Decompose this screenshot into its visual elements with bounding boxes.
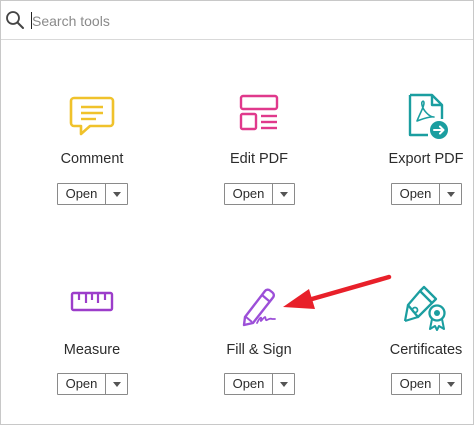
open-dropdown-comment[interactable] <box>106 184 127 204</box>
tool-measure[interactable]: Measure <box>32 283 152 433</box>
search-bar <box>1 1 473 40</box>
fill-sign-pen-icon <box>242 288 276 327</box>
edit-pdf-icon <box>239 94 279 131</box>
chevron-down-icon <box>279 381 288 387</box>
measure-ruler-icon <box>70 291 114 312</box>
chevron-down-icon <box>112 191 121 197</box>
tool-label-fill-sign: Fill & Sign <box>226 342 292 358</box>
open-group-edit-pdf: Open <box>224 183 295 205</box>
open-button-certificates[interactable]: Open <box>392 374 440 394</box>
chevron-down-icon <box>446 381 455 387</box>
export-pdf-icon <box>408 93 448 139</box>
open-dropdown-edit-pdf[interactable] <box>273 184 294 204</box>
open-button-comment[interactable]: Open <box>58 184 106 204</box>
open-group-measure: Open <box>57 373 128 395</box>
open-dropdown-measure[interactable] <box>106 374 127 394</box>
tool-label-measure: Measure <box>63 342 121 358</box>
tool-label-comment: Comment <box>60 151 124 167</box>
text-cursor <box>31 12 32 29</box>
tool-label-certificates: Certificates <box>389 342 463 358</box>
tool-label-edit-pdf: Edit PDF <box>229 151 288 167</box>
tool-export-pdf[interactable]: Export PDF <box>366 93 474 243</box>
open-dropdown-certificates[interactable] <box>440 374 461 394</box>
open-group-export-pdf: Open <box>391 183 462 205</box>
comment-icon <box>69 96 115 136</box>
open-button-export-pdf[interactable]: Open <box>392 184 440 204</box>
tool-edit-pdf[interactable]: Edit PDF <box>199 93 319 243</box>
open-dropdown-export-pdf[interactable] <box>440 184 461 204</box>
open-button-fill-sign[interactable]: Open <box>225 374 273 394</box>
open-button-measure[interactable]: Open <box>58 374 106 394</box>
open-dropdown-fill-sign[interactable] <box>273 374 294 394</box>
search-icon <box>6 11 24 29</box>
open-group-certificates: Open <box>391 373 462 395</box>
chevron-down-icon <box>279 191 288 197</box>
tools-panel: Comment Open Edit PDF Open <box>0 0 474 425</box>
chevron-down-icon <box>112 381 121 387</box>
chevron-down-icon <box>446 191 455 197</box>
certificates-pen-icon <box>403 285 446 331</box>
open-group-comment: Open <box>57 183 128 205</box>
search-input[interactable] <box>30 10 450 32</box>
tool-label-export-pdf: Export PDF <box>388 151 464 167</box>
open-group-fill-sign: Open <box>224 373 295 395</box>
tool-comment[interactable]: Comment <box>32 93 152 243</box>
open-button-edit-pdf[interactable]: Open <box>225 184 273 204</box>
red-arrow-pointer <box>283 274 392 309</box>
